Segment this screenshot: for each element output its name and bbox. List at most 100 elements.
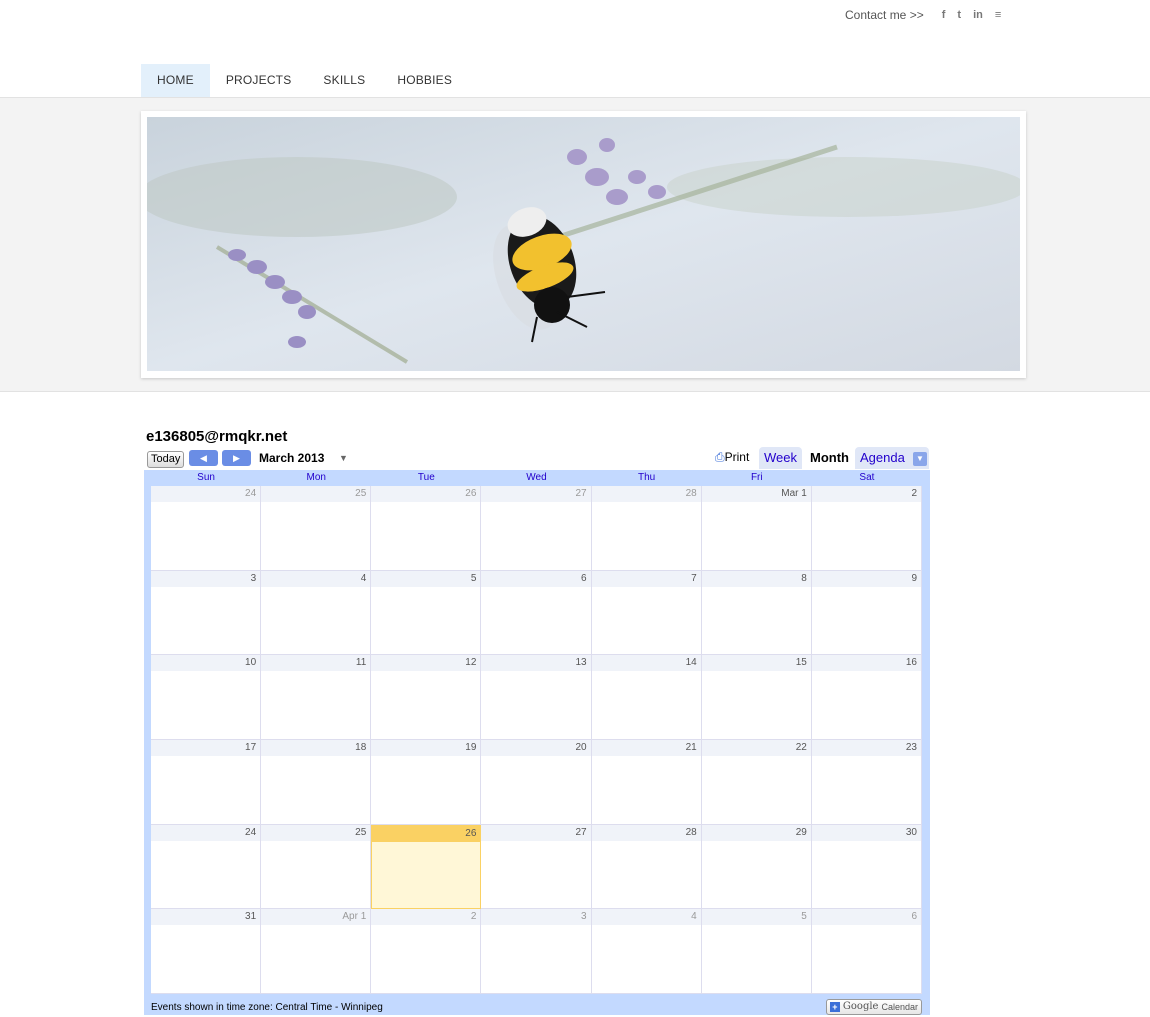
- day-number[interactable]: 5: [371, 570, 481, 587]
- day-cell[interactable]: 6: [811, 909, 922, 994]
- day-number[interactable]: 11: [261, 655, 371, 672]
- day-cell[interactable]: 13: [481, 655, 592, 740]
- day-number[interactable]: 31: [151, 909, 261, 926]
- linkedin-icon[interactable]: in: [973, 9, 983, 21]
- day-cell[interactable]: 4: [261, 570, 372, 656]
- day-cell[interactable]: 14: [591, 655, 702, 740]
- day-number[interactable]: 27: [481, 486, 591, 502]
- day-cell-today[interactable]: 26: [371, 824, 482, 910]
- day-cell[interactable]: 2: [811, 486, 922, 571]
- day-number[interactable]: 27: [481, 824, 591, 841]
- day-cell[interactable]: 12: [371, 655, 482, 740]
- day-cell[interactable]: 3: [151, 570, 262, 656]
- day-cell[interactable]: 16: [811, 655, 922, 740]
- day-cell[interactable]: 24: [151, 486, 262, 571]
- day-number[interactable]: 3: [481, 909, 591, 926]
- day-number[interactable]: 24: [151, 824, 261, 841]
- twitter-icon[interactable]: t: [957, 9, 961, 21]
- day-number[interactable]: 26: [372, 825, 481, 842]
- day-number[interactable]: 24: [151, 486, 261, 502]
- day-number[interactable]: 17: [151, 739, 261, 756]
- contact-link[interactable]: Contact me >>: [845, 8, 924, 22]
- day-number[interactable]: 14: [591, 655, 701, 672]
- day-number[interactable]: 25: [261, 824, 371, 841]
- day-number[interactable]: 2: [371, 909, 481, 926]
- google-calendar-button[interactable]: + Google Calendar: [825, 999, 922, 1015]
- day-number[interactable]: 6: [811, 909, 921, 926]
- day-number[interactable]: Mar 1: [701, 486, 811, 502]
- day-cell[interactable]: 3: [481, 909, 592, 994]
- day-number[interactable]: 13: [481, 655, 591, 672]
- day-cell[interactable]: 27: [481, 486, 592, 571]
- day-cell[interactable]: 5: [371, 570, 482, 656]
- day-cell[interactable]: 28: [591, 824, 702, 910]
- day-number[interactable]: 16: [811, 655, 921, 672]
- day-number[interactable]: 10: [151, 655, 261, 672]
- day-number[interactable]: 26: [371, 486, 481, 502]
- day-number[interactable]: 22: [701, 739, 811, 756]
- day-cell[interactable]: 30: [811, 824, 922, 910]
- day-number[interactable]: 30: [811, 824, 921, 841]
- tab-week[interactable]: Week: [759, 447, 802, 469]
- chevron-right-icon[interactable]: ▶: [222, 450, 251, 466]
- day-number[interactable]: 4: [591, 909, 701, 926]
- day-cell[interactable]: Mar 1: [701, 486, 812, 571]
- day-number[interactable]: 21: [591, 739, 701, 756]
- nav-item-skills[interactable]: SKILLS: [307, 64, 381, 97]
- day-cell[interactable]: 20: [481, 739, 592, 825]
- day-number[interactable]: 28: [591, 824, 701, 841]
- month-dropdown-icon[interactable]: ▼: [339, 453, 348, 463]
- day-number[interactable]: 2: [811, 486, 921, 502]
- day-cell[interactable]: 8: [701, 570, 812, 656]
- day-cell[interactable]: 27: [481, 824, 592, 910]
- day-number[interactable]: 19: [371, 739, 481, 756]
- day-cell[interactable]: 19: [371, 739, 482, 825]
- day-number[interactable]: 28: [591, 486, 701, 502]
- day-cell[interactable]: 7: [591, 570, 702, 656]
- day-number[interactable]: 3: [151, 570, 261, 587]
- day-cell[interactable]: 22: [701, 739, 812, 825]
- print-button[interactable]: ⎙Print: [715, 450, 749, 465]
- day-cell[interactable]: 26: [371, 486, 482, 571]
- day-number[interactable]: 8: [701, 570, 811, 587]
- day-cell[interactable]: 28: [591, 486, 702, 571]
- tab-menu-icon[interactable]: ▼: [913, 452, 927, 466]
- chevron-left-icon[interactable]: ◀: [189, 450, 218, 466]
- day-cell[interactable]: 25: [261, 486, 372, 571]
- day-cell[interactable]: Apr 1: [261, 909, 372, 994]
- day-cell[interactable]: 5: [701, 909, 812, 994]
- day-cell[interactable]: 29: [701, 824, 812, 910]
- day-cell[interactable]: 17: [151, 739, 262, 825]
- day-number[interactable]: 9: [811, 570, 921, 587]
- day-number[interactable]: 7: [591, 570, 701, 587]
- facebook-icon[interactable]: f: [942, 9, 946, 21]
- day-cell[interactable]: 2: [371, 909, 482, 994]
- day-cell[interactable]: 15: [701, 655, 812, 740]
- day-number[interactable]: 12: [371, 655, 481, 672]
- day-cell[interactable]: 9: [811, 570, 922, 656]
- nav-item-home[interactable]: HOME: [141, 64, 210, 97]
- day-number[interactable]: 25: [261, 486, 371, 502]
- day-number[interactable]: 5: [701, 909, 811, 926]
- day-number[interactable]: 23: [811, 739, 921, 756]
- email-icon[interactable]: ≡: [995, 9, 1001, 21]
- day-cell[interactable]: 21: [591, 739, 702, 825]
- day-cell[interactable]: 23: [811, 739, 922, 825]
- day-cell[interactable]: 10: [151, 655, 262, 740]
- nav-item-hobbies[interactable]: HOBBIES: [381, 64, 468, 97]
- day-cell[interactable]: 11: [261, 655, 372, 740]
- day-number[interactable]: 15: [701, 655, 811, 672]
- day-number[interactable]: Apr 1: [261, 909, 371, 926]
- nav-item-projects[interactable]: PROJECTS: [210, 64, 308, 97]
- day-cell[interactable]: 4: [591, 909, 702, 994]
- day-cell[interactable]: 25: [261, 824, 372, 910]
- day-cell[interactable]: 18: [261, 739, 372, 825]
- today-button[interactable]: Today: [147, 451, 185, 468]
- day-cell[interactable]: 24: [151, 824, 262, 910]
- day-number[interactable]: 20: [481, 739, 591, 756]
- tab-month[interactable]: Month: [805, 447, 854, 469]
- day-cell[interactable]: 31: [151, 909, 262, 994]
- day-number[interactable]: 18: [261, 739, 371, 756]
- day-cell[interactable]: 6: [481, 570, 592, 656]
- day-number[interactable]: 6: [481, 570, 591, 587]
